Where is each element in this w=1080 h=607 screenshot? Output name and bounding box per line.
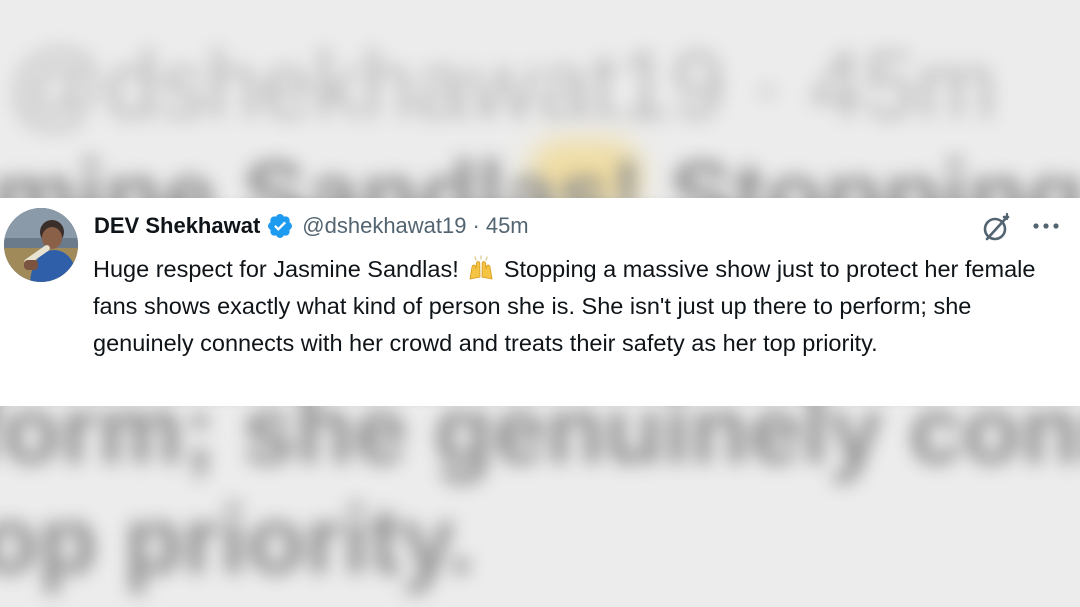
avatar-image — [4, 208, 78, 282]
raising-hands-emoji-icon — [469, 255, 493, 280]
avatar[interactable] — [4, 208, 78, 282]
author-name[interactable]: DEV Shekhawat — [94, 213, 260, 239]
separator-dot: · — [472, 213, 480, 238]
tweet-card[interactable]: DEV Shekhawat @dshekhawat19 · 45m Huge r… — [0, 198, 1080, 406]
verified-badge-icon — [268, 214, 293, 238]
tweet-text-part1: Huge respect for Jasmine Sandlas! — [93, 256, 459, 282]
tweet-text: Huge respect for Jasmine Sandlas! Stoppi… — [93, 251, 1068, 362]
timestamp[interactable]: 45m — [486, 213, 529, 239]
blurred-line: @dshekhawat19 · 45m — [8, 32, 997, 139]
tweet-header: DEV Shekhawat @dshekhawat19 · 45m — [94, 212, 529, 240]
grok-icon[interactable] — [980, 212, 1012, 244]
blurred-line: op priority. — [0, 487, 475, 594]
author-handle[interactable]: @dshekhawat19 — [302, 213, 466, 239]
more-options-icon[interactable] — [1030, 216, 1062, 236]
